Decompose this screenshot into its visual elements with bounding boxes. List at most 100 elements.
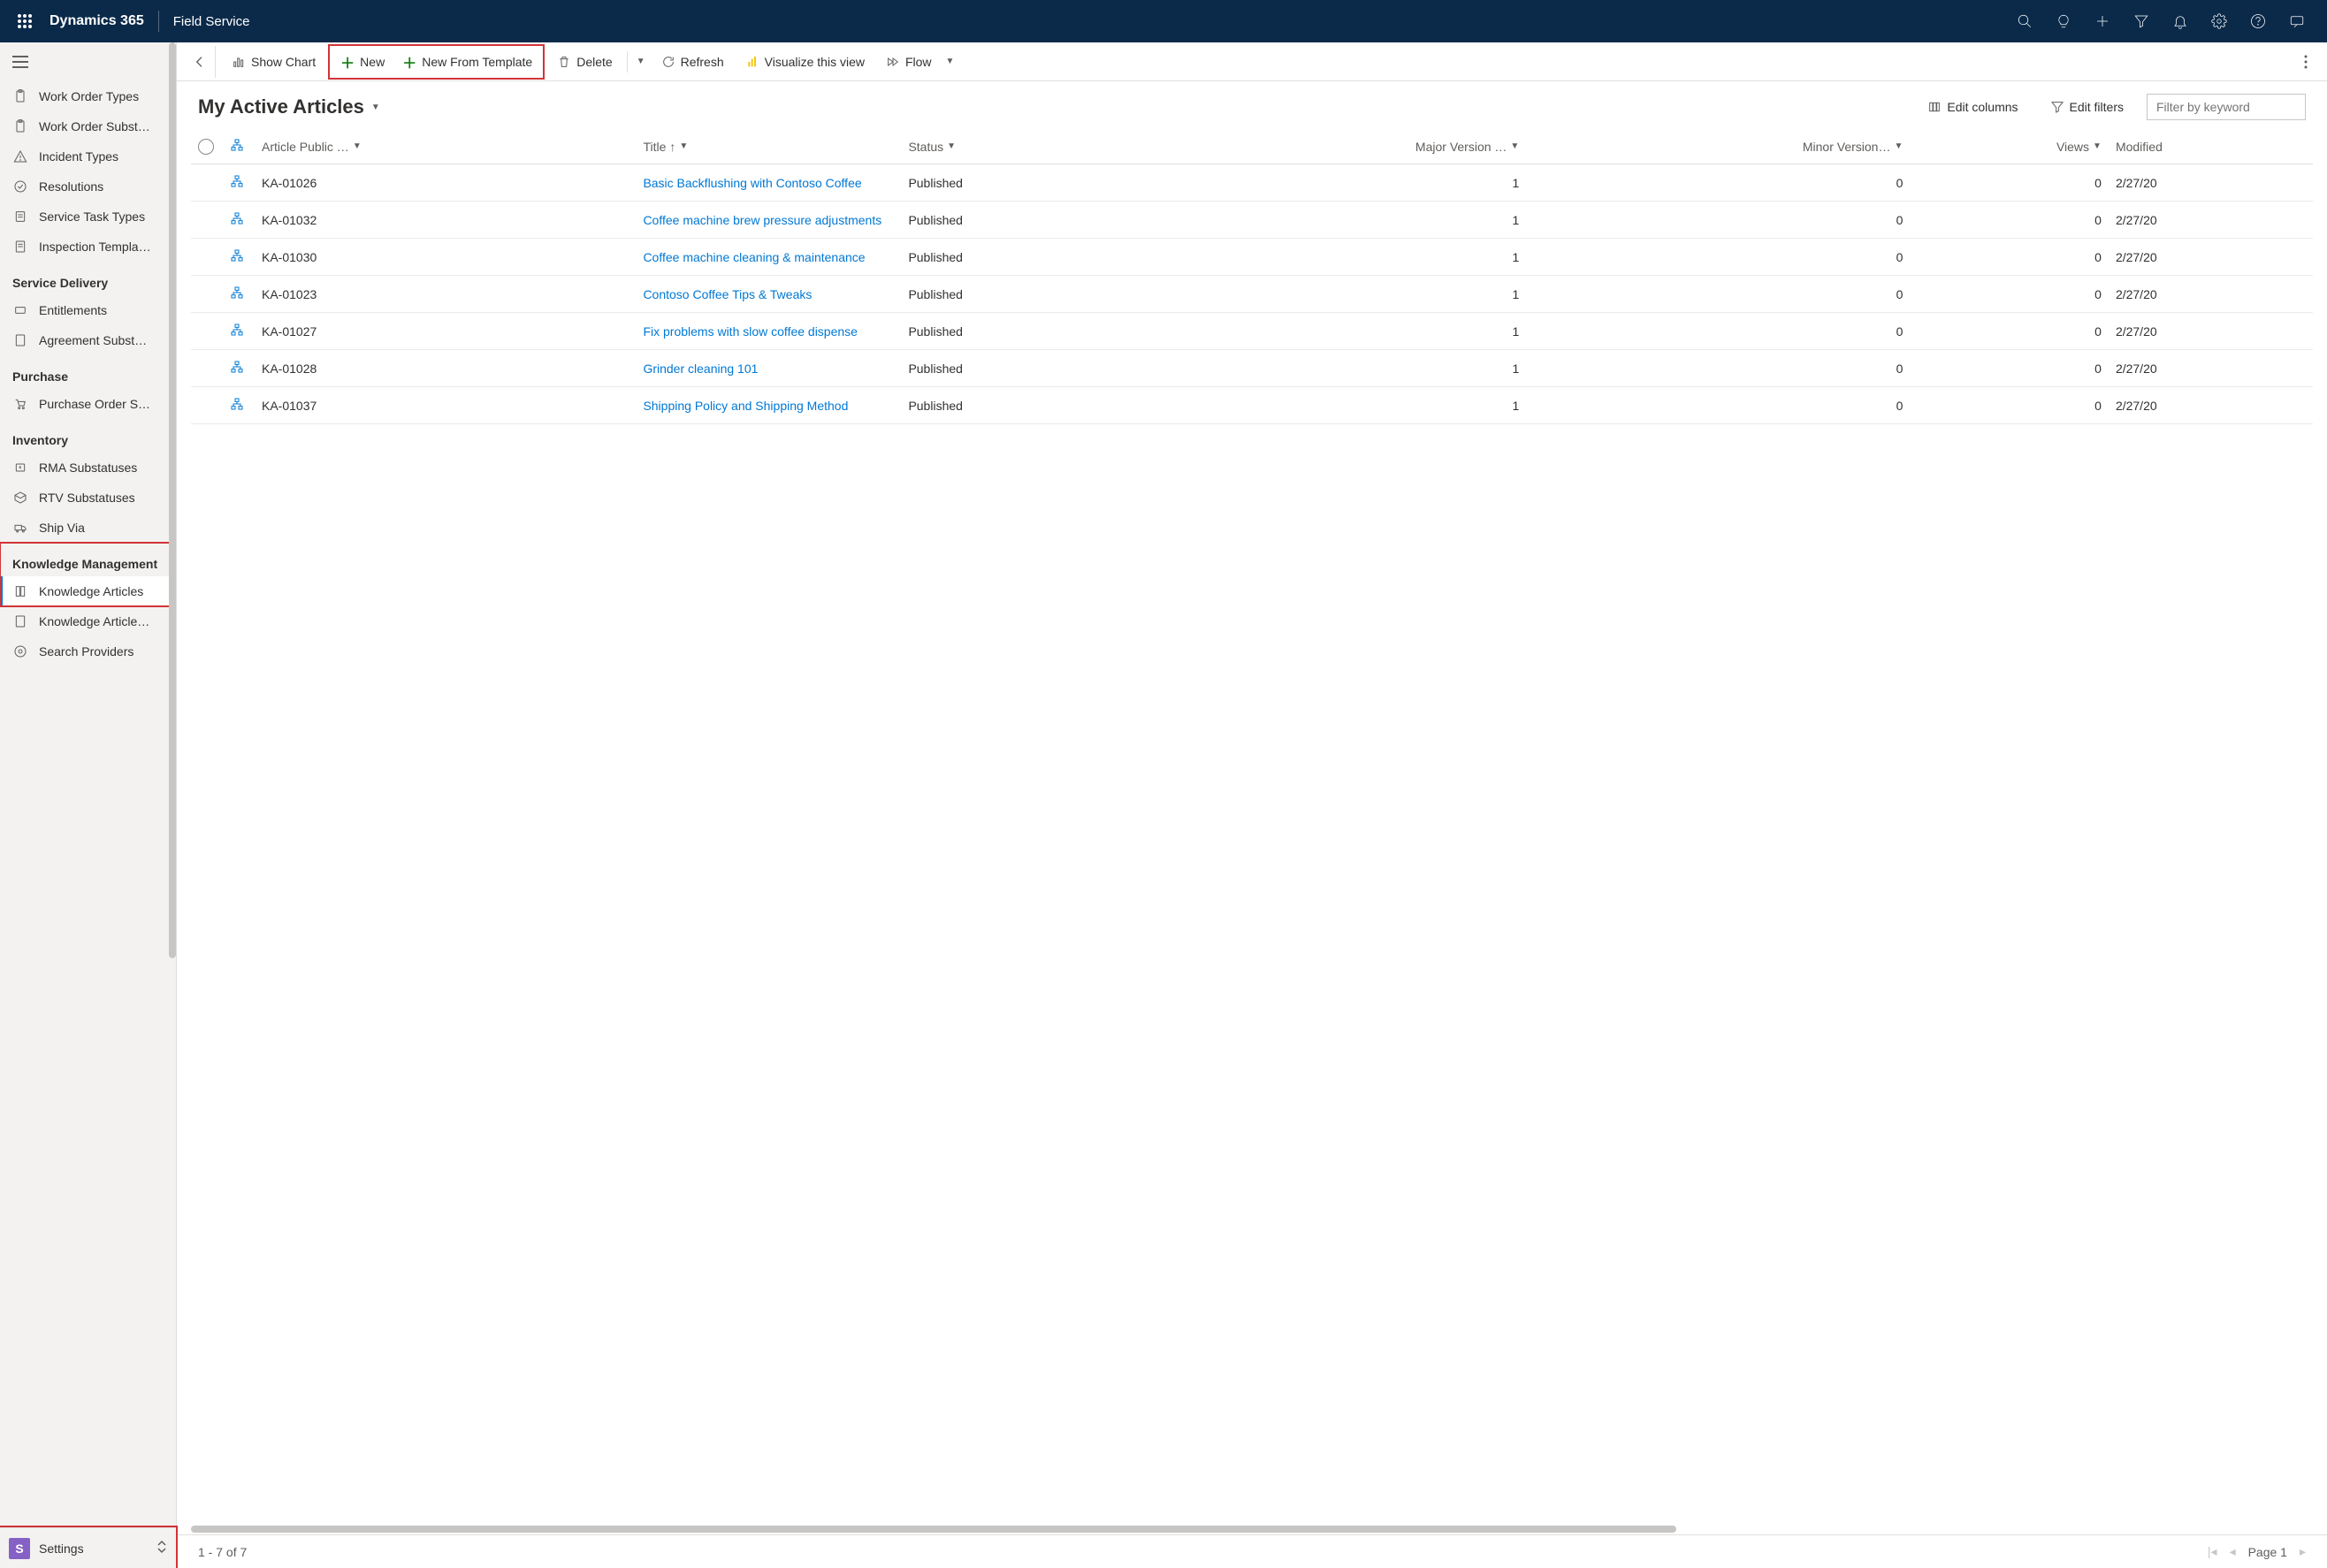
table-row[interactable]: KA-01027 Fix problems with slow coffee d… xyxy=(191,313,2313,350)
edit-columns-button[interactable]: Edit columns xyxy=(1919,95,2026,119)
warning-icon xyxy=(12,148,28,164)
article-title-link[interactable]: Contoso Coffee Tips & Tweaks xyxy=(643,287,812,301)
table-row[interactable]: KA-01032 Coffee machine brew pressure ad… xyxy=(191,202,2313,239)
article-title-link[interactable]: Coffee machine cleaning & maintenance xyxy=(643,250,865,264)
hierarchy-cell[interactable] xyxy=(223,202,255,239)
hierarchy-cell[interactable] xyxy=(223,350,255,387)
assistant-button[interactable] xyxy=(2277,0,2316,42)
vh-label: Edit columns xyxy=(1947,100,2018,114)
settings-button[interactable] xyxy=(2200,0,2239,42)
funnel-icon xyxy=(2050,100,2064,114)
nav-knowledge-articles[interactable]: Knowledge Articles xyxy=(0,576,176,606)
nav-work-order-types[interactable]: Work Order Types xyxy=(0,81,176,111)
col-minor[interactable]: Minor Version…▼ xyxy=(1526,129,1910,164)
overflow-button[interactable] xyxy=(2292,48,2320,76)
nav-incident-types[interactable]: Incident Types xyxy=(0,141,176,171)
nav-label: RTV Substatuses xyxy=(39,491,135,505)
insights-button[interactable] xyxy=(2044,0,2083,42)
new-from-template-button[interactable]: ＋New From Template xyxy=(393,46,541,78)
nav-knowledge-article-templates[interactable]: Knowledge Article… xyxy=(0,606,176,636)
select-all-checkbox[interactable] xyxy=(198,139,214,155)
grid-container[interactable]: Article Public …▼ Title↑▼ Status▼ Major … xyxy=(177,129,2327,1522)
nav-rtv-substatuses[interactable]: RTV Substatuses xyxy=(0,483,176,513)
filter-button[interactable] xyxy=(2122,0,2161,42)
col-article-public[interactable]: Article Public …▼ xyxy=(255,129,636,164)
visualize-button[interactable]: Visualize this view xyxy=(736,49,874,74)
cell-major: 1 xyxy=(1131,202,1526,239)
help-button[interactable] xyxy=(2239,0,2277,42)
refresh-button[interactable]: Refresh xyxy=(652,49,733,74)
cell-modified: 2/27/20 xyxy=(2109,164,2313,202)
prev-page-button[interactable]: ◂ xyxy=(2230,1544,2236,1559)
edit-filters-button[interactable]: Edit filters xyxy=(2041,95,2132,119)
flow-button[interactable]: Flow ▼ xyxy=(877,49,963,74)
delete-button[interactable]: Delete xyxy=(548,49,621,74)
table-row[interactable]: KA-01028 Grinder cleaning 101 Published … xyxy=(191,350,2313,387)
first-page-button[interactable]: |◂ xyxy=(2208,1544,2217,1559)
nav-entitlements[interactable]: Entitlements xyxy=(0,295,176,325)
nav-purchase-order-s[interactable]: Purchase Order S… xyxy=(0,389,176,419)
app-launcher-button[interactable] xyxy=(11,7,39,35)
cart-icon xyxy=(12,396,28,412)
nav-search-providers[interactable]: Search Providers xyxy=(0,636,176,666)
hierarchy-cell[interactable] xyxy=(223,387,255,424)
horizontal-scrollbar[interactable] xyxy=(191,1526,2313,1534)
table-row[interactable]: KA-01023 Contoso Coffee Tips & Tweaks Pu… xyxy=(191,276,2313,313)
table-row[interactable]: KA-01030 Coffee machine cleaning & maint… xyxy=(191,239,2313,276)
sidebar-toggle[interactable] xyxy=(0,42,176,81)
nav-scroll[interactable]: Work Order Types Work Order Subst… Incid… xyxy=(0,81,176,1527)
nav-inspection-templates[interactable]: Inspection Templa… xyxy=(0,232,176,262)
search-button[interactable] xyxy=(2005,0,2044,42)
back-button[interactable] xyxy=(184,46,216,78)
nav-resolutions[interactable]: Resolutions xyxy=(0,171,176,202)
trash-icon xyxy=(557,55,571,69)
article-title-link[interactable]: Fix problems with slow coffee dispense xyxy=(643,324,858,339)
bell-icon xyxy=(2172,13,2188,29)
article-title-link[interactable]: Grinder cleaning 101 xyxy=(643,362,758,376)
hierarchy-cell[interactable] xyxy=(223,276,255,313)
cell-public: KA-01027 xyxy=(255,313,636,350)
article-title-link[interactable]: Shipping Policy and Shipping Method xyxy=(643,399,848,413)
view-selector[interactable]: My Active Articles▼ xyxy=(198,95,380,118)
col-major[interactable]: Major Version …▼ xyxy=(1131,129,1526,164)
nav-work-order-subst[interactable]: Work Order Subst… xyxy=(0,111,176,141)
article-title-link[interactable]: Coffee machine brew pressure adjustments xyxy=(643,213,881,227)
hierarchy-column[interactable] xyxy=(223,129,255,164)
plus-icon: ＋ xyxy=(402,51,416,72)
cell-status: Published xyxy=(901,276,1131,313)
sidebar-scrollbar[interactable] xyxy=(169,42,176,958)
article-title-link[interactable]: Basic Backflushing with Contoso Coffee xyxy=(643,176,861,190)
updown-icon xyxy=(156,1540,167,1557)
show-chart-button[interactable]: Show Chart xyxy=(223,49,324,74)
new-button[interactable]: ＋New xyxy=(332,46,393,78)
hierarchy-cell[interactable] xyxy=(223,239,255,276)
delete-split-button[interactable]: ▼ xyxy=(633,51,649,72)
hierarchy-cell[interactable] xyxy=(223,313,255,350)
notifications-button[interactable] xyxy=(2161,0,2200,42)
brand-label[interactable]: Dynamics 365 xyxy=(50,13,144,29)
nav-group-knowledge: Knowledge Management xyxy=(0,543,176,576)
module-label[interactable]: Field Service xyxy=(173,14,250,29)
col-views[interactable]: Views▼ xyxy=(1910,129,2109,164)
document-icon xyxy=(12,613,28,629)
table-row[interactable]: KA-01026 Basic Backflushing with Contoso… xyxy=(191,164,2313,202)
keyword-filter-input[interactable] xyxy=(2156,100,2296,114)
area-switcher[interactable]: S Settings xyxy=(0,1527,176,1568)
add-button[interactable] xyxy=(2083,0,2122,42)
nav-label: Service Task Types xyxy=(39,209,145,224)
col-title[interactable]: Title↑▼ xyxy=(636,129,901,164)
nav-agreement-subst[interactable]: Agreement Subst… xyxy=(0,325,176,355)
hierarchy-cell[interactable] xyxy=(223,164,255,202)
cell-major: 1 xyxy=(1131,313,1526,350)
nav-ship-via[interactable]: Ship Via xyxy=(0,513,176,543)
nav-service-task-types[interactable]: Service Task Types xyxy=(0,202,176,232)
col-status[interactable]: Status▼ xyxy=(901,129,1131,164)
nav-rma-substatuses[interactable]: RMA Substatuses xyxy=(0,453,176,483)
next-page-button[interactable]: ▸ xyxy=(2300,1544,2306,1559)
col-modified[interactable]: Modified xyxy=(2109,129,2313,164)
cell-views: 0 xyxy=(1910,350,2109,387)
table-row[interactable]: KA-01037 Shipping Policy and Shipping Me… xyxy=(191,387,2313,424)
cell-views: 0 xyxy=(1910,164,2109,202)
keyword-filter[interactable] xyxy=(2147,94,2306,120)
nav-label: Knowledge Article… xyxy=(39,614,149,628)
